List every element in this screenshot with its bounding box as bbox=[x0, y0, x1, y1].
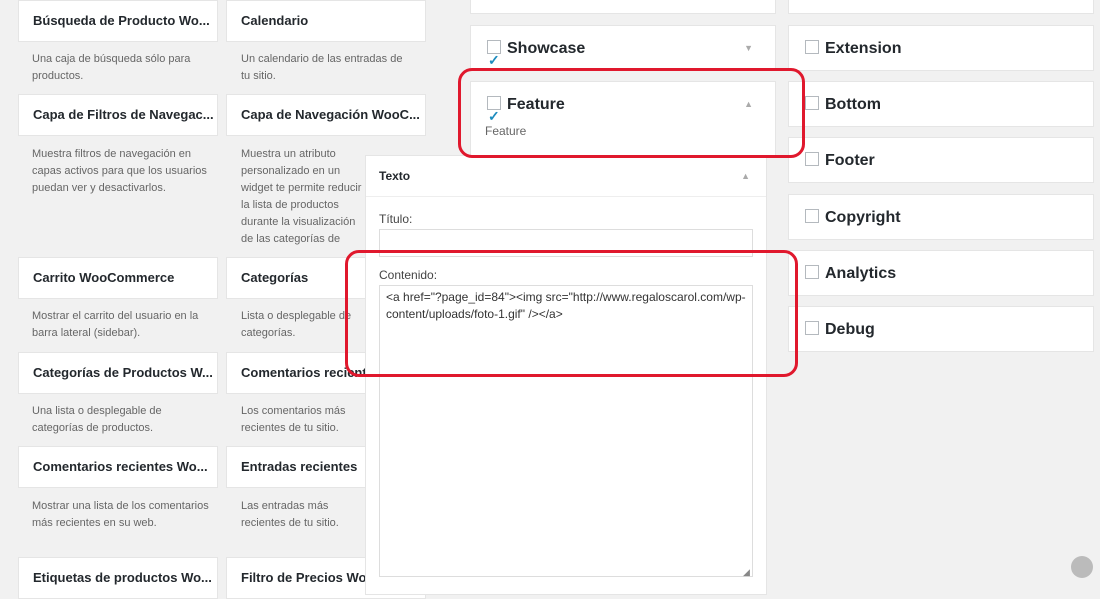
checkbox[interactable] bbox=[805, 152, 819, 166]
widget-description: Una caja de búsqueda sólo para productos… bbox=[32, 53, 191, 82]
checkbox-checked[interactable] bbox=[487, 37, 501, 83]
sidebar-area-bottom[interactable]: Bottom bbox=[788, 81, 1094, 127]
caret-down-icon[interactable]: ▼ bbox=[744, 43, 753, 53]
sidebar-area-top-right[interactable] bbox=[788, 0, 1094, 14]
widget-description: Mostrar el carrito del usuario en la bar… bbox=[32, 310, 199, 339]
widget-title: Capa de Navegación WooC... bbox=[241, 107, 420, 122]
widget-product-tags[interactable]: Etiquetas de productos Wo... bbox=[18, 557, 218, 599]
widget-title: Filtro de Precios Woo bbox=[241, 570, 375, 585]
area-label: Analytics bbox=[825, 265, 897, 282]
checkbox[interactable] bbox=[805, 321, 819, 335]
caret-up-icon[interactable]: ▲ bbox=[741, 171, 750, 181]
widget-title: Calendario bbox=[241, 13, 309, 28]
area-label: Showcase bbox=[507, 40, 586, 57]
checkbox[interactable] bbox=[805, 209, 819, 223]
widget-description: Mostrar una lista de los comentarios más… bbox=[32, 500, 209, 529]
widget-title: Búsqueda de Producto Wo... bbox=[33, 13, 210, 28]
area-label: Footer bbox=[825, 152, 875, 169]
widget-product-categories[interactable]: Categorías de Productos W... bbox=[18, 352, 218, 394]
widget-cart[interactable]: Carrito WooCommerce bbox=[18, 257, 218, 299]
checkbox[interactable] bbox=[805, 40, 819, 54]
watermark-logo bbox=[1071, 556, 1093, 578]
widget-title: Categorías de Productos W... bbox=[33, 365, 213, 380]
widget-description: Una lista o desplegable de categorías de… bbox=[32, 405, 162, 434]
widget-recent-reviews[interactable]: Comentarios recientes Wo... bbox=[18, 446, 218, 488]
widget-title: Comentarios recientes Wo... bbox=[33, 459, 208, 474]
widget-description: Muestra filtros de navegación en capas a… bbox=[32, 148, 207, 194]
sidebar-area-footer[interactable]: Footer bbox=[788, 137, 1094, 183]
widget-calendar[interactable]: Calendario bbox=[226, 0, 426, 42]
widget-description: Las entradas más recientes de tu sitio. bbox=[241, 500, 339, 529]
area-label: Debug bbox=[825, 321, 875, 338]
widget-layered-nav-filters[interactable]: Capa de Filtros de Navegac... bbox=[18, 94, 218, 136]
widget-description: Los comentarios más recientes de tu siti… bbox=[241, 405, 346, 434]
text-widget-header[interactable]: Texto ▲ bbox=[366, 156, 766, 197]
widget-title: Capa de Filtros de Navegac... bbox=[33, 107, 214, 122]
widget-title: Entradas recientes bbox=[241, 459, 358, 474]
sidebar-area-analytics[interactable]: Analytics bbox=[788, 250, 1094, 296]
widget-product-search[interactable]: Búsqueda de Producto Wo... bbox=[18, 0, 218, 42]
sidebar-area-copyright[interactable]: Copyright bbox=[788, 194, 1094, 240]
widget-title: Categorías bbox=[241, 270, 309, 285]
highlight-feature-area bbox=[458, 68, 805, 158]
widget-title: Carrito WooCommerce bbox=[33, 270, 175, 285]
widget-description: Muestra un atributo personalizado en un … bbox=[241, 148, 362, 245]
checkbox[interactable] bbox=[805, 265, 819, 279]
widget-description: Un calendario de las entradas de tu siti… bbox=[241, 53, 403, 82]
highlight-content-field bbox=[345, 250, 798, 377]
resize-handle-icon[interactable]: ◢ bbox=[743, 567, 750, 578]
checkbox[interactable] bbox=[805, 96, 819, 110]
widget-layered-nav[interactable]: Capa de Navegación WooC... bbox=[226, 94, 426, 136]
text-widget-title: Texto bbox=[379, 169, 411, 183]
sidebar-area-top[interactable] bbox=[470, 0, 776, 14]
sidebar-area-extension[interactable]: Extension bbox=[788, 25, 1094, 71]
sidebar-area-debug[interactable]: Debug bbox=[788, 306, 1094, 352]
title-label: Título: bbox=[379, 212, 413, 226]
area-label: Bottom bbox=[825, 96, 881, 113]
area-label: Copyright bbox=[825, 209, 901, 226]
sidebar-area-showcase[interactable]: Showcase ▼ bbox=[470, 25, 776, 83]
area-label: Extension bbox=[825, 40, 902, 57]
widget-title: Etiquetas de productos Wo... bbox=[33, 570, 212, 585]
